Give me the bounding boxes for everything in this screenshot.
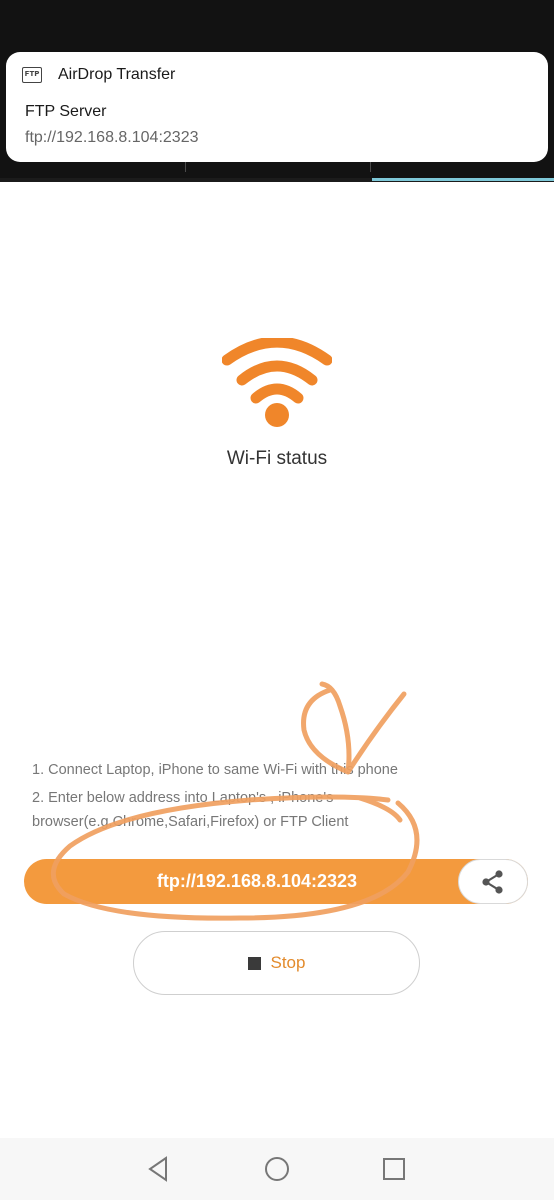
tab-indicator xyxy=(372,178,554,181)
ftp-address-text[interactable]: ftp://192.168.8.104:2323 xyxy=(24,859,490,904)
stop-button-label: Stop xyxy=(270,953,306,972)
wifi-status-label: Wi-Fi status xyxy=(226,448,328,469)
notification-app-name: AirDrop Transfer xyxy=(58,66,176,83)
share-icon xyxy=(482,869,503,894)
tab-divider xyxy=(370,162,371,172)
recents-square-icon[interactable] xyxy=(377,1152,411,1186)
back-triangle-icon[interactable] xyxy=(142,1152,176,1186)
tab-divider xyxy=(185,162,186,172)
screen: FTP AirDrop Transfer FTP Server ftp://19… xyxy=(0,0,554,1200)
stop-square-icon xyxy=(247,956,261,970)
instruction-line-3: browser(e.g.Chrome,Safari,Firefox) or FT… xyxy=(32,814,349,830)
home-circle-icon[interactable] xyxy=(260,1152,294,1186)
wifi-icon xyxy=(222,338,332,427)
notification-title: FTP Server xyxy=(25,103,107,120)
instruction-line-1: 1. Connect Laptop, iPhone to same Wi-Fi … xyxy=(32,762,398,778)
stop-button[interactable]: Stop xyxy=(133,931,420,995)
notification-header: FTP AirDrop Transfer xyxy=(22,66,175,84)
notification-text: ftp://192.168.8.104:2323 xyxy=(25,129,199,146)
ftp-icon: FTP xyxy=(22,67,42,83)
share-button[interactable] xyxy=(458,859,528,904)
instruction-line-2: 2. Enter below address into Laptop's , i… xyxy=(32,790,334,806)
